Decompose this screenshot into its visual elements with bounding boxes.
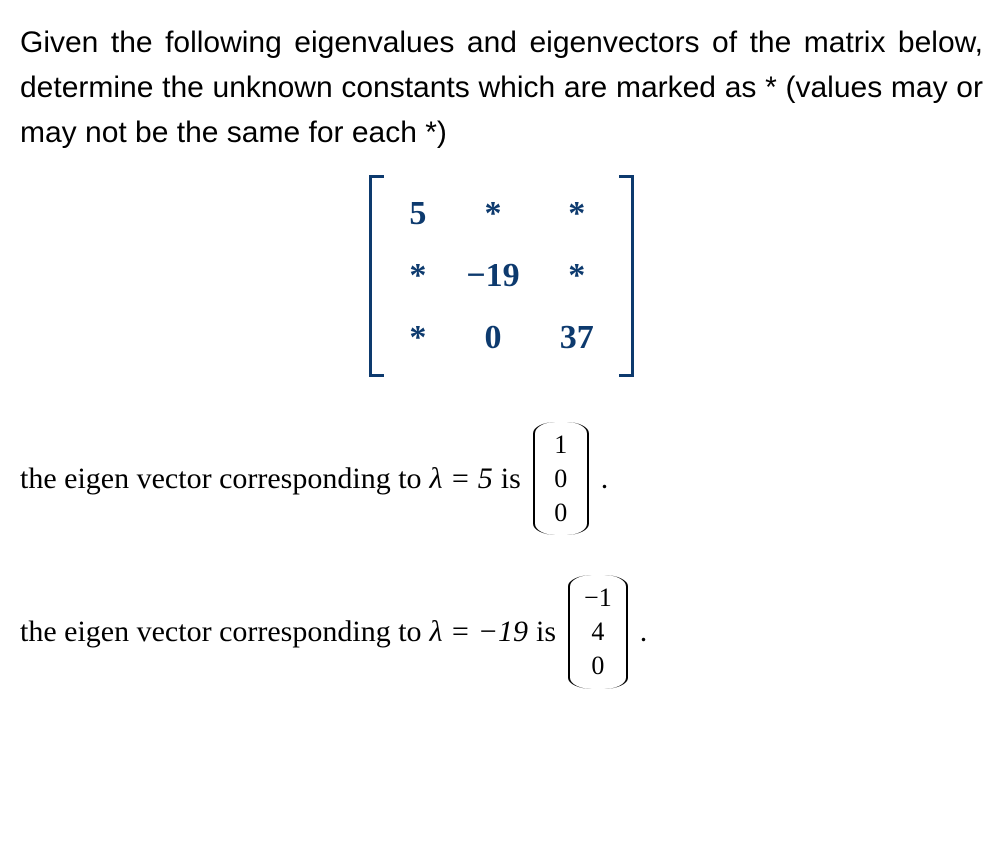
lambda-expression: λ = 5	[430, 462, 493, 496]
matrix-row: * −19 *	[389, 245, 613, 307]
matrix-cell: *	[540, 245, 614, 307]
matrix-cell: *	[540, 183, 614, 245]
matrix-cell: 5	[389, 183, 446, 245]
vector-component: 0	[549, 496, 573, 530]
matrix: 5 * * * −19 * * 0 37	[369, 175, 633, 377]
vector-component: 4	[586, 615, 610, 649]
matrix-row: * 0 37	[389, 307, 613, 369]
matrix-cell: −19	[446, 245, 539, 307]
matrix-table: 5 * * * −19 * * 0 37	[389, 183, 613, 369]
period: .	[601, 462, 609, 496]
eigenvector: 1 0 0	[533, 422, 589, 535]
lambda-expression: λ = −19	[430, 615, 528, 649]
eigenvector-statement-2: the eigen vector corresponding to λ = −1…	[20, 575, 983, 688]
eigen-text-prefix: the eigen vector corresponding to	[20, 462, 422, 496]
vector-component: −1	[584, 581, 612, 615]
eigen-text-prefix: the eigen vector corresponding to	[20, 615, 422, 649]
matrix-row: 5 * *	[389, 183, 613, 245]
eigen-text-suffix: is	[536, 615, 556, 649]
eigen-text-suffix: is	[501, 462, 521, 496]
period: .	[640, 615, 648, 649]
vector-component: 1	[549, 428, 573, 462]
matrix-container: 5 * * * −19 * * 0 37	[20, 175, 983, 382]
matrix-cell: 37	[540, 307, 614, 369]
eigenvector: −1 4 0	[568, 575, 628, 688]
matrix-cell: *	[389, 245, 446, 307]
problem-statement: Given the following eigenvalues and eige…	[20, 20, 983, 155]
matrix-cell: 0	[446, 307, 539, 369]
eigenvector-statement-1: the eigen vector corresponding to λ = 5 …	[20, 422, 983, 535]
vector-component: 0	[586, 649, 610, 683]
matrix-cell: *	[389, 307, 446, 369]
matrix-cell: *	[446, 183, 539, 245]
vector-component: 0	[549, 462, 573, 496]
